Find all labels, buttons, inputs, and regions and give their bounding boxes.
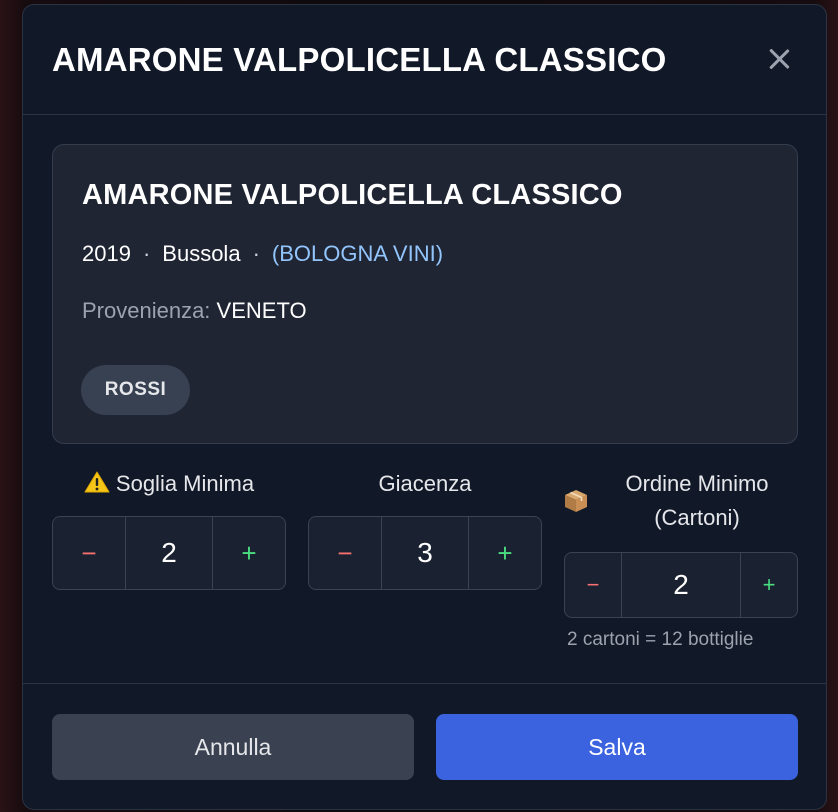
wine-origin: Provenienza: VENETO: [82, 298, 307, 324]
ordine-minimo-label-line1: Ordine Minimo: [625, 471, 769, 496]
category-badge: ROSSI: [81, 365, 190, 415]
soglia-minima-decrement-button[interactable]: −: [53, 517, 126, 589]
modal-header: AMARONE VALPOLICELLA CLASSICO: [23, 5, 826, 115]
soglia-minima-text: Soglia Minima: [115, 471, 255, 496]
ordine-minimo-increment-button[interactable]: +: [740, 553, 797, 617]
origin-value: VENETO: [216, 298, 307, 323]
ordine-minimo-hint: 2 cartoni = 12 bottiglie: [567, 629, 754, 650]
origin-label: Provenienza:: [82, 298, 211, 323]
soglia-minima-stepper: − 2 +: [52, 516, 286, 590]
modal-footer: Annulla Salva: [23, 683, 826, 809]
package-icon: [565, 490, 587, 512]
wine-name: AMARONE VALPOLICELLA CLASSICO: [82, 179, 623, 211]
soglia-minima-label: Soglia Minima: [52, 471, 286, 497]
ordine-minimo-stepper: − 2 +: [564, 552, 798, 618]
cancel-button[interactable]: Annulla: [52, 714, 414, 780]
giacenza-label: Giacenza: [378, 471, 472, 496]
edit-wine-modal: AMARONE VALPOLICELLA CLASSICO AMARONE VA…: [22, 4, 827, 810]
soglia-minima-increment-button[interactable]: +: [212, 517, 285, 589]
wine-producer: Bussola: [162, 241, 241, 266]
separator: ·: [142, 241, 151, 266]
modal-title: AMARONE VALPOLICELLA CLASSICO: [52, 41, 667, 78]
soglia-minima-value[interactable]: 2: [126, 517, 212, 589]
separator: ·: [252, 241, 260, 266]
close-icon[interactable]: [763, 43, 795, 75]
wine-year: 2019: [82, 241, 131, 266]
ordine-minimo-value[interactable]: 2: [622, 553, 740, 617]
wine-info-card: AMARONE VALPOLICELLA CLASSICO 2019 · Busso…: [52, 144, 798, 444]
ordine-minimo-label-line2: (Cartoni): [654, 505, 740, 530]
giacenza-decrement-button[interactable]: −: [309, 517, 382, 589]
giacenza-value[interactable]: 3: [382, 517, 468, 589]
ordine-minimo-decrement-button[interactable]: −: [565, 553, 622, 617]
giacenza-stepper: − 3 +: [308, 516, 542, 590]
ordine-minimo-label: Ordine Minimo (Cartoni): [597, 471, 797, 531]
wine-supplier: (BOLOGNA VINI): [271, 241, 444, 266]
giacenza-increment-button[interactable]: +: [468, 517, 541, 589]
warning-icon: [84, 471, 110, 493]
wine-meta: 2019 · Bussola · (BOLOGNA VINI): [82, 241, 443, 267]
save-button[interactable]: Salva: [436, 714, 798, 780]
